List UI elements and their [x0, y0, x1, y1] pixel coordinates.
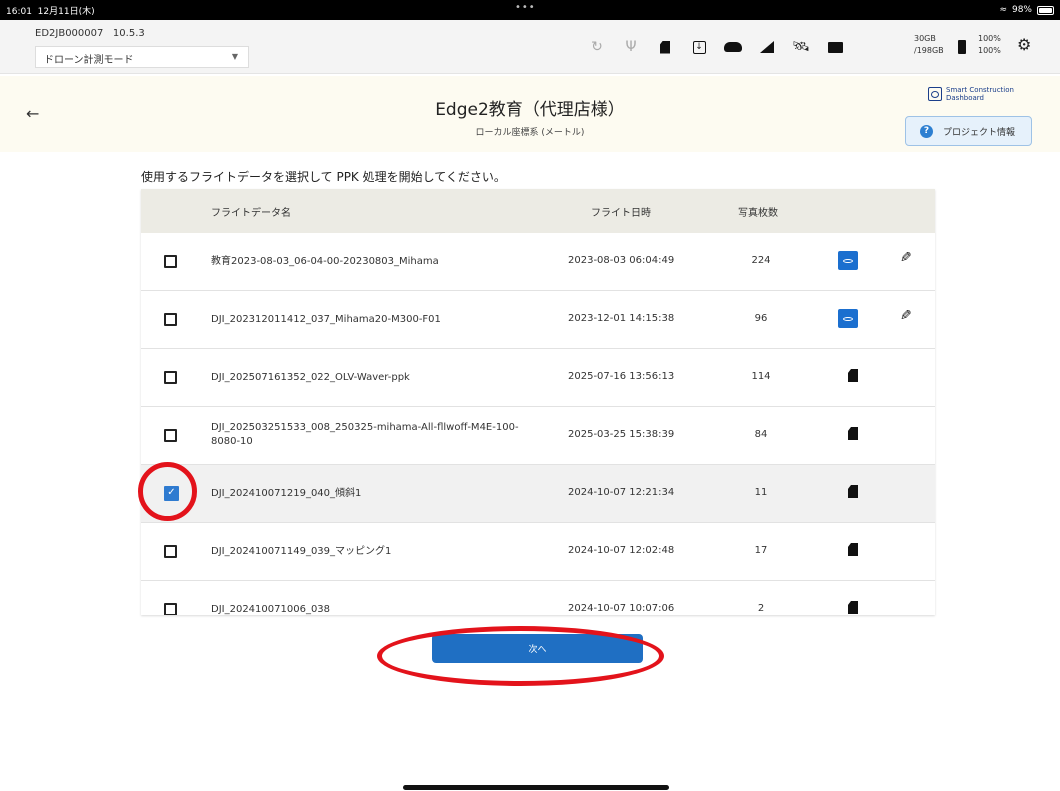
mode-select-value: ドローン計測モード	[44, 55, 134, 66]
column-header-count: 写真枚数	[738, 208, 778, 219]
annotation-circle-next-button	[377, 626, 664, 686]
table-row[interactable]: DJI_202410071149_039_マッピング1 2024-10-07 1…	[141, 523, 935, 581]
sd-card-icon	[848, 601, 858, 614]
usb-icon[interactable]: Ψ	[614, 34, 648, 60]
help-icon: ?	[920, 124, 933, 138]
photo-count: 224	[751, 255, 771, 266]
flight-date: 2024-10-07 12:02:48	[568, 545, 675, 556]
cloud-icon[interactable]	[716, 34, 750, 60]
storage-readout: 30GB /198GB	[914, 34, 944, 55]
satellite-icon[interactable]: 🛰	[784, 34, 818, 60]
table-row[interactable]: DJI_202507161352_022_OLV-Waver-ppk 2025-…	[141, 349, 935, 407]
column-header-date: フライト日時	[591, 208, 651, 219]
row-checkbox[interactable]	[164, 429, 177, 442]
project-header: ← Edge2教育（代理店様） ローカル座標系 (メートル) Smart Con…	[0, 76, 1060, 152]
row-checkbox[interactable]	[164, 371, 177, 384]
sync-icon[interactable]: ↻	[580, 34, 614, 60]
battery-levels: 100% 100%	[978, 34, 1001, 55]
flight-name: DJI_202503251533_008_250325-mihama-All-f…	[211, 422, 519, 447]
photo-count: 11	[754, 487, 768, 498]
status-time: 16:01 12月11日(木)	[6, 6, 95, 17]
wifi-icon: ≈	[999, 5, 1007, 15]
table-row-selected[interactable]: ✓ DJI_202410071219_040_傾斜1 2024-10-07 12…	[141, 465, 935, 523]
pencil-icon[interactable]: ✎	[900, 308, 912, 324]
row-checkbox[interactable]	[164, 545, 177, 558]
table-row[interactable]: DJI_202410071006_038 2024-10-07 10:07:06…	[141, 581, 935, 615]
flight-name: DJI_202410071219_040_傾斜1	[211, 488, 362, 499]
multitask-dots[interactable]: •••	[515, 2, 536, 13]
flight-date: 2023-12-01 14:15:38	[568, 313, 675, 324]
flight-date: 2023-08-03 06:04:49	[568, 255, 675, 266]
device-info: ED2JB000007 10.5.3	[35, 28, 145, 39]
row-checkbox[interactable]	[164, 313, 177, 326]
download-icon[interactable]: ↓	[682, 34, 716, 60]
table-row[interactable]: DJI_202312011412_037_Mihama20-M300-F01 2…	[141, 291, 935, 349]
mode-select[interactable]: ドローン計測モード ▼	[35, 46, 249, 68]
coordinate-system: ローカル座標系 (メートル)	[475, 128, 585, 138]
battery-icon	[958, 40, 966, 54]
flight-date: 2025-03-25 15:38:39	[568, 429, 675, 440]
instruction-text: 使用するフライトデータを選択して PPK 処理を開始してください。	[141, 170, 506, 184]
chevron-down-icon: ▼	[231, 52, 238, 61]
smart-construction-logo: Smart Construction Dashboard	[928, 86, 1014, 102]
photo-count: 96	[754, 313, 768, 324]
flight-date: 2024-10-07 12:21:34	[568, 487, 675, 498]
page-title: Edge2教育（代理店様）	[435, 100, 625, 120]
photo-count: 17	[754, 545, 768, 556]
toolbar-icons: ↻ Ψ ↓ 🛰	[580, 34, 852, 60]
flight-name: DJI_202507161352_022_OLV-Waver-ppk	[211, 372, 410, 383]
row-checkbox[interactable]	[164, 255, 177, 268]
battery-percent: 98%	[1011, 5, 1032, 15]
table-row[interactable]: DJI_202503251533_008_250325-mihama-All-f…	[141, 407, 935, 465]
project-info-button[interactable]: ? プロジェクト情報	[905, 116, 1032, 146]
flight-name: DJI_202312011412_037_Mihama20-M300-F01	[211, 314, 441, 325]
sd-card-icon	[848, 543, 858, 556]
device-id: ED2JB000007	[35, 28, 104, 39]
table-header: フライトデータ名 フライト日時 写真枚数	[141, 189, 935, 233]
column-header-name: フライトデータ名	[211, 208, 291, 219]
app-toolbar: ED2JB000007 10.5.3 ドローン計測モード ▼ ↻ Ψ ↓ 🛰 3…	[0, 20, 1060, 74]
status-bar: 16:01 12月11日(木) ••• ≈ 98%	[0, 0, 1060, 20]
row-checkbox[interactable]	[164, 603, 177, 615]
flight-data-table[interactable]: フライトデータ名 フライト日時 写真枚数 教育2023-08-03_06-04-…	[141, 189, 935, 615]
table-row[interactable]: 教育2023-08-03_06-04-00-20230803_Mihama 20…	[141, 233, 935, 291]
flight-name: DJI_202410071149_039_マッピング1	[211, 546, 392, 557]
sd-card-icon	[848, 369, 858, 382]
brand-logo-icon	[928, 87, 942, 101]
home-indicator[interactable]	[403, 785, 669, 790]
sd-card-icon	[848, 427, 858, 440]
status-battery-icon	[1037, 5, 1054, 15]
signal-icon[interactable]	[750, 34, 784, 60]
flight-name: DJI_202410071006_038	[211, 604, 331, 615]
sd-card-icon	[848, 485, 858, 498]
flight-date: 2025-07-16 13:56:13	[568, 371, 675, 382]
pencil-icon[interactable]: ✎	[900, 250, 912, 266]
annotation-circle-checkbox	[138, 462, 197, 521]
app-version: 10.5.3	[112, 28, 145, 39]
photo-count: 114	[751, 371, 771, 382]
gear-icon[interactable]: ⚙	[1017, 35, 1031, 54]
cloud-storage-icon	[838, 309, 858, 328]
photo-count: 84	[754, 429, 768, 440]
photo-count: 2	[757, 603, 765, 614]
sd-card-icon[interactable]	[648, 34, 682, 60]
cloud-storage-icon	[838, 251, 858, 270]
flight-name: 教育2023-08-03_06-04-00-20230803_Mihama	[211, 256, 439, 267]
folder-icon[interactable]	[818, 34, 852, 60]
flight-date: 2024-10-07 10:07:06	[568, 603, 675, 614]
